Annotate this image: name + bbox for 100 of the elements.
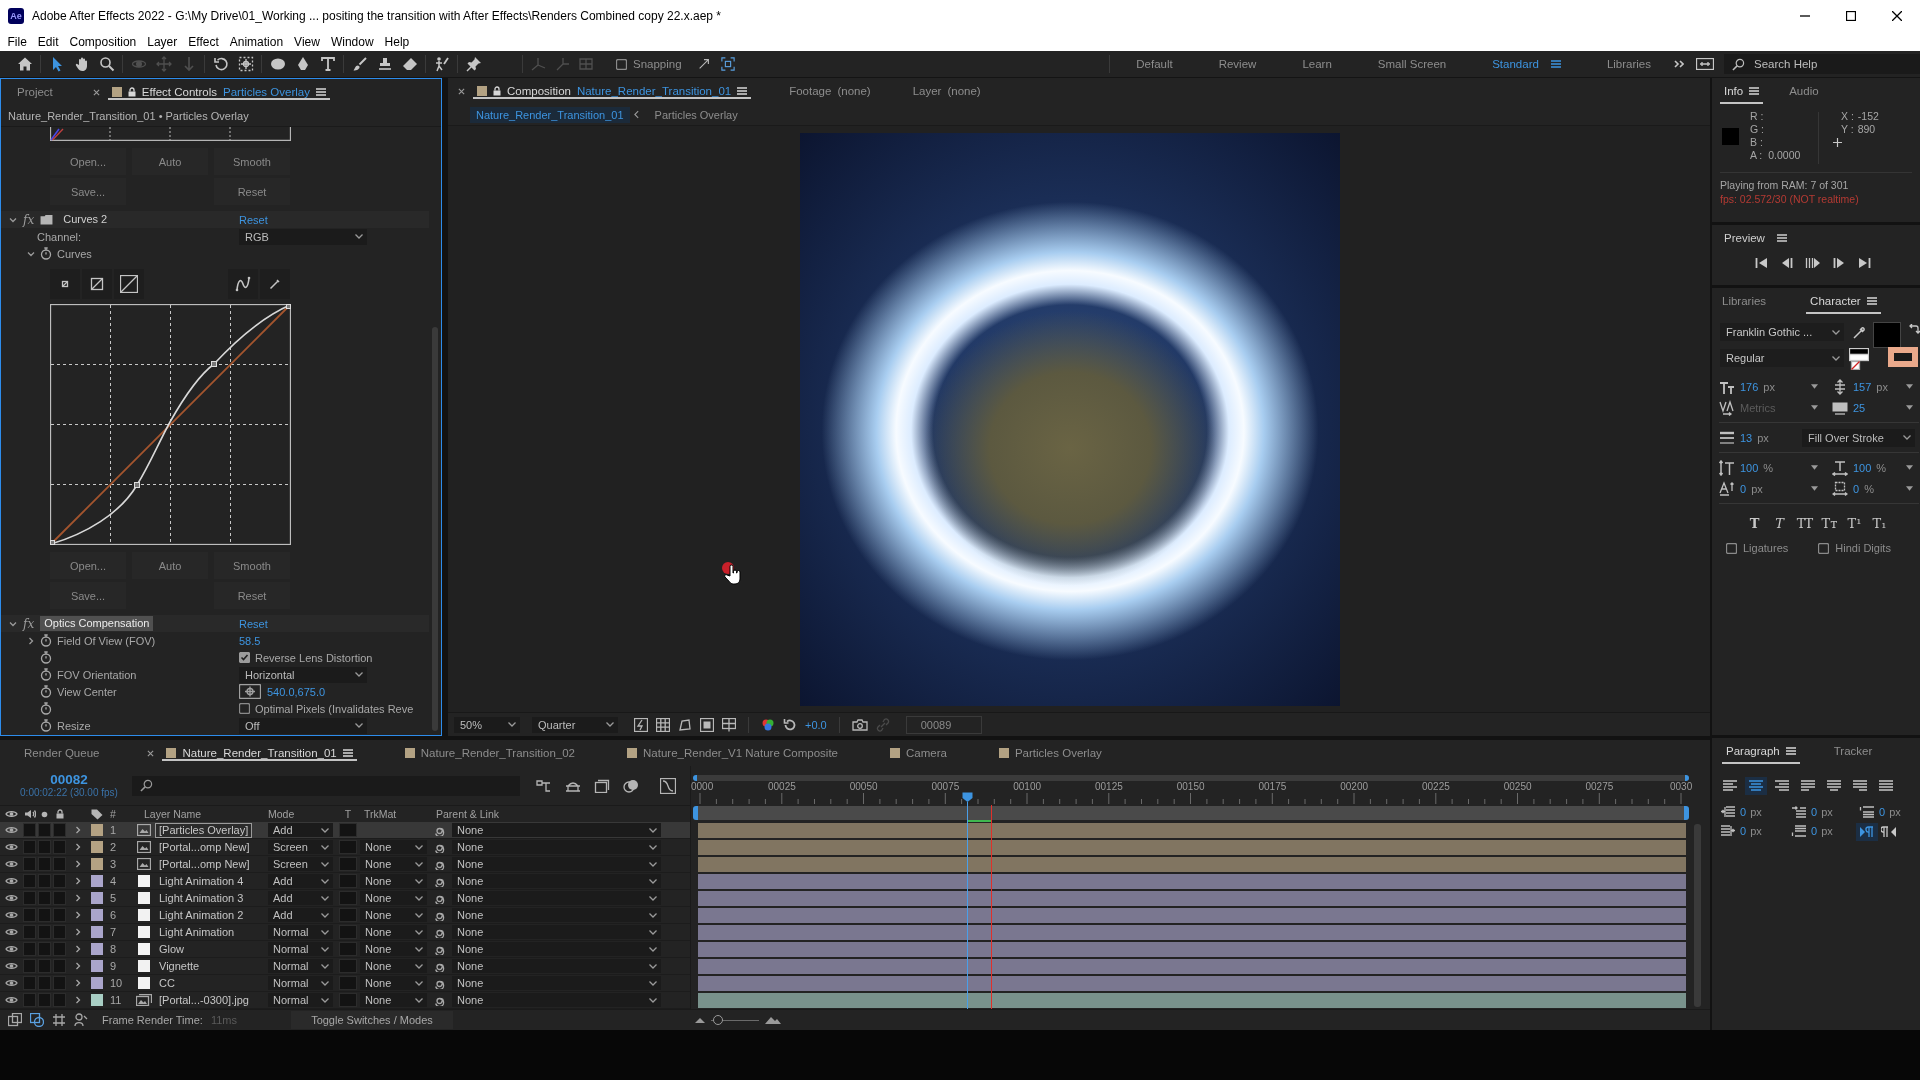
overlapping-circles-icon[interactable] <box>623 778 639 793</box>
metric-value[interactable]: 157 <box>1853 380 1872 393</box>
panel-tab[interactable]: Effect Controls Particles Overlay <box>107 84 330 100</box>
type-style-button[interactable]: T <box>1767 516 1792 531</box>
three-lines-icon[interactable] <box>1719 429 1735 446</box>
solo-switch[interactable] <box>38 891 51 905</box>
lock-switch[interactable] <box>53 942 66 956</box>
small-mountain-icon[interactable] <box>695 1017 705 1023</box>
close-icon[interactable] <box>147 749 155 757</box>
parent-dropdown[interactable]: None <box>452 993 661 1007</box>
type-style-button[interactable]: TT <box>1792 516 1817 531</box>
property-checkbox[interactable]: Optimal Pixels (Invalidates Reve <box>239 702 414 715</box>
panel-tab[interactable]: Render Queue <box>20 740 104 766</box>
disclosure-chevron-icon[interactable] <box>73 979 82 987</box>
option-checkbox[interactable]: Hindi Digits <box>1818 542 1891 554</box>
audio-switch[interactable] <box>23 993 36 1007</box>
layer-row[interactable]: 3 [Portal...omp New] Screen None None <box>0 856 690 873</box>
audio-switch[interactable] <box>23 959 36 973</box>
property-dropdown[interactable]: Horizontal <box>239 666 367 683</box>
brush-icon[interactable] <box>351 56 368 72</box>
paragraph-right-to-left-icon[interactable] <box>1881 826 1897 838</box>
toggle-switches-button[interactable]: Toggle Switches / Modes <box>290 1011 453 1029</box>
disclosure-chevron-icon[interactable] <box>27 249 35 258</box>
checkbox-icon[interactable] <box>616 58 627 70</box>
option-checkbox[interactable]: Ligatures <box>1726 542 1789 554</box>
skip-to-start-icon[interactable] <box>1755 257 1769 269</box>
align-center-icon[interactable] <box>1745 777 1767 795</box>
layer-name[interactable]: [Portal...omp New] <box>155 839 254 855</box>
eye-icon[interactable] <box>4 944 18 954</box>
audio-switch[interactable] <box>23 840 36 854</box>
layer-row[interactable]: 11 [Portal...-0300].jpg Normal None None <box>0 992 690 1009</box>
grid-guide-icon[interactable] <box>722 717 736 732</box>
lock-switch[interactable] <box>53 976 66 990</box>
solo-switch[interactable] <box>38 874 51 888</box>
dropdown-arrow-icon[interactable] <box>1906 465 1913 470</box>
layer-row[interactable]: 6 Light Animation 2 Add None None <box>0 907 690 924</box>
stroke-order-dropdown[interactable]: Fill Over Stroke <box>1802 428 1915 447</box>
transparency-switch[interactable] <box>339 840 357 854</box>
menu-item[interactable]: View <box>288 34 326 49</box>
fill-color-swatch[interactable] <box>1874 323 1900 347</box>
solo-switch[interactable] <box>38 823 51 837</box>
lock-switch[interactable] <box>53 959 66 973</box>
layer-name[interactable]: [Portal...omp New] <box>155 856 254 872</box>
parent-dropdown[interactable]: None <box>452 976 661 990</box>
mode-dropdown[interactable]: Add <box>268 891 333 905</box>
stopwatch-icon[interactable] <box>40 719 52 732</box>
align-justify-center-icon[interactable] <box>1826 780 1842 792</box>
mode-dropdown[interactable]: Add <box>268 874 333 888</box>
lightning-box-icon[interactable] <box>634 717 648 732</box>
stamp-icon[interactable] <box>376 56 393 72</box>
lock-switch[interactable] <box>53 874 66 888</box>
metric-value[interactable]: 100 <box>1853 461 1872 474</box>
audio-switch[interactable] <box>23 925 36 939</box>
eye-icon[interactable] <box>4 978 18 988</box>
lines-arrow-icon[interactable] <box>1859 806 1875 818</box>
camera-icon[interactable] <box>851 718 868 731</box>
mode-dropdown[interactable]: Add <box>268 908 333 922</box>
transparency-switch[interactable] <box>339 908 357 922</box>
audio-switch[interactable] <box>23 823 36 837</box>
lock-switch[interactable] <box>53 840 66 854</box>
transparency-switch[interactable] <box>339 823 357 837</box>
metric-value[interactable]: 176 <box>1740 380 1759 393</box>
panel-tab[interactable]: Composition Nature_Render_Transition_01 <box>473 83 752 99</box>
menu-item[interactable]: Edit <box>32 34 65 49</box>
eye-icon[interactable] <box>4 927 18 937</box>
frame-field[interactable]: 00089 <box>905 715 982 734</box>
mode-dropdown[interactable]: Normal <box>268 959 333 973</box>
rotate-icon[interactable] <box>212 56 229 72</box>
panel-layout-icon[interactable] <box>1696 58 1714 70</box>
large-mountain-icon[interactable] <box>765 1016 781 1024</box>
double-chevron-icon[interactable] <box>1674 60 1684 68</box>
effect-toggle[interactable]: fx <box>23 212 35 227</box>
reset-arrow-icon[interactable] <box>783 717 797 732</box>
dropdown-arrow-icon[interactable] <box>1811 486 1818 491</box>
chevron-left-icon[interactable] <box>633 110 639 119</box>
stopwatch-icon[interactable] <box>40 702 52 715</box>
eraser-icon[interactable] <box>401 56 418 72</box>
dropdown-arrow-icon[interactable] <box>1906 486 1913 491</box>
align-justify-right-icon[interactable] <box>1852 780 1868 792</box>
layer-row[interactable]: 7 Light Animation Normal None None <box>0 924 690 941</box>
track-matte-dropdown[interactable]: None <box>360 857 427 871</box>
paragraph-left-to-right-icon[interactable] <box>1856 823 1878 841</box>
label-color-icon[interactable] <box>90 943 103 955</box>
lock-switch[interactable] <box>53 908 66 922</box>
effect-toggle[interactable]: fx <box>23 616 35 631</box>
align-justify-all-icon[interactable] <box>1878 780 1894 792</box>
dropdown-arrow-icon[interactable] <box>1811 384 1818 389</box>
play-icon[interactable] <box>1805 257 1821 269</box>
audio-switch[interactable] <box>23 976 36 990</box>
magnification-dropdown[interactable]: 50% <box>454 716 520 733</box>
disclosure-chevron-icon[interactable] <box>73 894 82 902</box>
align-left-icon[interactable] <box>1722 780 1738 792</box>
track-matte-dropdown[interactable]: None <box>360 959 427 973</box>
layer-name[interactable]: [Portal...-0300].jpg <box>155 992 253 1008</box>
stopwatch-icon[interactable] <box>40 651 52 664</box>
stopwatch-icon[interactable] <box>40 634 52 647</box>
disclosure-chevron-icon[interactable] <box>73 860 82 868</box>
track-matte-dropdown[interactable]: None <box>360 908 427 922</box>
mode-dropdown[interactable]: Add <box>268 823 333 837</box>
solo-switch[interactable] <box>38 959 51 973</box>
